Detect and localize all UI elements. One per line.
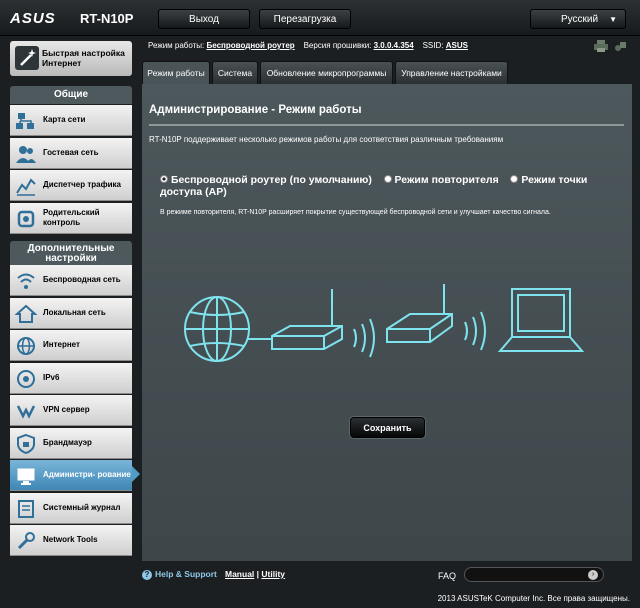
sidebar-item-wireless[interactable]: Беспроводная сеть bbox=[10, 265, 132, 296]
sidebar-item-label: Карта сети bbox=[43, 115, 86, 124]
question-icon: ? bbox=[142, 570, 152, 580]
link-separator: | bbox=[256, 569, 260, 579]
faq-search-input[interactable] bbox=[464, 567, 604, 582]
manual-link[interactable]: Manual bbox=[225, 569, 254, 579]
status-line: Режим работы: Беспроводной роутер Версия… bbox=[148, 41, 468, 50]
footer: ? Help & Support Manual | Utility FAQ › bbox=[142, 565, 632, 585]
system-log-icon bbox=[18, 499, 34, 518]
sidebar-item-label: Родительский контроль bbox=[43, 207, 100, 227]
faq-label: FAQ bbox=[438, 571, 457, 581]
globe-icon bbox=[184, 296, 250, 362]
sidebar-item-label: Брандмауэр bbox=[43, 437, 92, 447]
sidebar-item-ipv6[interactable]: IPv6 bbox=[10, 362, 132, 394]
magic-wand-icon bbox=[15, 46, 39, 70]
radio-router-label[interactable]: Беспроводной роутер (по умолчанию) bbox=[171, 174, 372, 186]
wifi-waves-icon bbox=[464, 311, 486, 351]
internet-icon bbox=[17, 337, 35, 355]
sidebar-item-parental-control[interactable]: Родительский контроль bbox=[10, 202, 132, 234]
logout-button[interactable]: Выход bbox=[158, 9, 250, 29]
ipv6-icon bbox=[17, 369, 35, 388]
firmware-link[interactable]: 3.0.0.4.354 bbox=[374, 41, 414, 50]
network-map-icon bbox=[16, 113, 34, 129]
vpn-icon bbox=[16, 405, 36, 419]
ssid-link[interactable]: ASUS bbox=[446, 41, 468, 50]
repeater-icon bbox=[386, 284, 453, 343]
guest-network-icon bbox=[16, 145, 36, 163]
mode-diagram bbox=[184, 284, 585, 362]
wifi-waves-icon bbox=[353, 318, 375, 358]
radio-button[interactable] bbox=[510, 175, 519, 183]
sidebar-item-network-map[interactable]: Карта сети bbox=[10, 105, 132, 136]
search-go-icon[interactable]: › bbox=[588, 570, 598, 580]
router-icon bbox=[271, 289, 343, 350]
mode-link[interactable]: Беспроводной роутер bbox=[207, 41, 295, 50]
reboot-button[interactable]: Перезагрузка bbox=[259, 9, 351, 29]
sidebar-item-label: Интернет bbox=[43, 340, 80, 349]
wireless-icon bbox=[17, 273, 35, 289]
advanced-section-title: Дополнительные настройки bbox=[10, 241, 132, 265]
title-divider bbox=[149, 124, 624, 126]
page-title: Администрирование - Режим работы bbox=[149, 104, 362, 116]
tab-operation-mode[interactable]: Режим работы bbox=[142, 61, 210, 84]
network-tools-icon bbox=[17, 532, 35, 550]
sidebar-item-administration[interactable]: Администри- рование bbox=[10, 460, 132, 491]
firmware-label: Версия прошивки: bbox=[303, 41, 372, 50]
asus-logo: ASUS bbox=[10, 10, 56, 27]
copyright: 2013 ASUSTeK Computer Inc. Все права защ… bbox=[437, 594, 630, 603]
sidebar-item-label: Локальная сеть bbox=[43, 307, 106, 317]
utility-link[interactable]: Utility bbox=[261, 569, 285, 579]
mode-radio-group: Беспроводной роутер (по умолчанию) Режим… bbox=[160, 174, 620, 198]
sidebar-item-label: Диспетчер трафика bbox=[43, 180, 121, 189]
sidebar-item-label: Беспроводная сеть bbox=[43, 275, 121, 284]
language-value: Русский bbox=[561, 14, 599, 25]
sidebar-item-firewall[interactable]: Брандмауэр bbox=[10, 427, 132, 459]
main-panel: Администрирование - Режим работы RT-N10P… bbox=[142, 84, 632, 561]
sidebar-item-system-log[interactable]: Системный журнал bbox=[10, 492, 132, 524]
sidebar-item-label: Гостевая сеть bbox=[43, 147, 99, 157]
sidebar-item-guest-network[interactable]: Гостевая сеть bbox=[10, 137, 132, 169]
model-name: RT-N10P bbox=[80, 11, 134, 26]
administration-icon bbox=[17, 468, 35, 485]
traffic-manager-icon bbox=[16, 178, 36, 196]
help-support-link[interactable]: ? Help & Support bbox=[142, 569, 217, 580]
usb-icon[interactable] bbox=[614, 40, 628, 52]
language-select[interactable]: Русский ▼ bbox=[530, 9, 626, 29]
laptop-icon bbox=[497, 288, 585, 352]
sidebar-item-label: Администри- рование bbox=[43, 470, 131, 479]
sidebar-item-label: IPv6 bbox=[43, 372, 60, 382]
tab-settings-management[interactable]: Управление настройками bbox=[395, 61, 508, 84]
mode-label: Режим работы: bbox=[148, 41, 205, 50]
top-bar: ASUS RT-N10P Выход Перезагрузка Русский … bbox=[0, 0, 640, 36]
parental-control-icon bbox=[17, 210, 35, 227]
radio-router[interactable]: Беспроводной роутер (по умолчанию) bbox=[160, 174, 372, 186]
radio-repeater[interactable]: Режим повторителя bbox=[383, 174, 499, 186]
sidebar-item-label: VPN сервер bbox=[43, 405, 90, 414]
firewall-icon bbox=[17, 433, 35, 454]
help-label: Help & Support bbox=[155, 569, 217, 579]
chevron-down-icon: ▼ bbox=[609, 15, 617, 24]
lan-icon bbox=[15, 304, 37, 323]
ssid-label: SSID: bbox=[422, 41, 444, 50]
sidebar-item-traffic-manager[interactable]: Диспетчер трафика bbox=[10, 170, 132, 201]
mode-note: В режиме повторителя, RT-N10P расширяет … bbox=[160, 209, 551, 216]
quick-setup-button[interactable]: Быстрая настройка Интернет bbox=[10, 41, 132, 76]
sidebar-item-vpn[interactable]: VPN сервер bbox=[10, 395, 132, 426]
general-section-title: Общие bbox=[10, 86, 132, 104]
sidebar-item-network-tools[interactable]: Network Tools bbox=[10, 525, 132, 556]
sidebar-item-lan[interactable]: Локальная сеть bbox=[10, 297, 132, 329]
save-button[interactable]: Сохранить bbox=[350, 417, 425, 438]
radio-button[interactable] bbox=[160, 175, 168, 183]
sidebar-item-internet[interactable]: Интернет bbox=[10, 330, 132, 361]
quick-setup-label: Быстрая настройка Интернет bbox=[42, 48, 125, 68]
page-description: RT-N10P поддерживает несколько режимов р… bbox=[149, 135, 504, 144]
tab-system[interactable]: Система bbox=[212, 61, 258, 84]
active-item-pointer bbox=[132, 466, 140, 482]
manual-utility-links: Manual | Utility bbox=[225, 569, 285, 579]
sidebar-item-label: Network Tools bbox=[43, 535, 98, 544]
radio-button[interactable] bbox=[383, 175, 392, 183]
sidebar-item-label: Системный журнал bbox=[43, 502, 121, 512]
tab-firmware-upgrade[interactable]: Обновление микропрограммы bbox=[260, 61, 393, 84]
printer-icon[interactable] bbox=[594, 40, 608, 52]
radio-repeater-label[interactable]: Режим повторителя bbox=[395, 174, 499, 186]
